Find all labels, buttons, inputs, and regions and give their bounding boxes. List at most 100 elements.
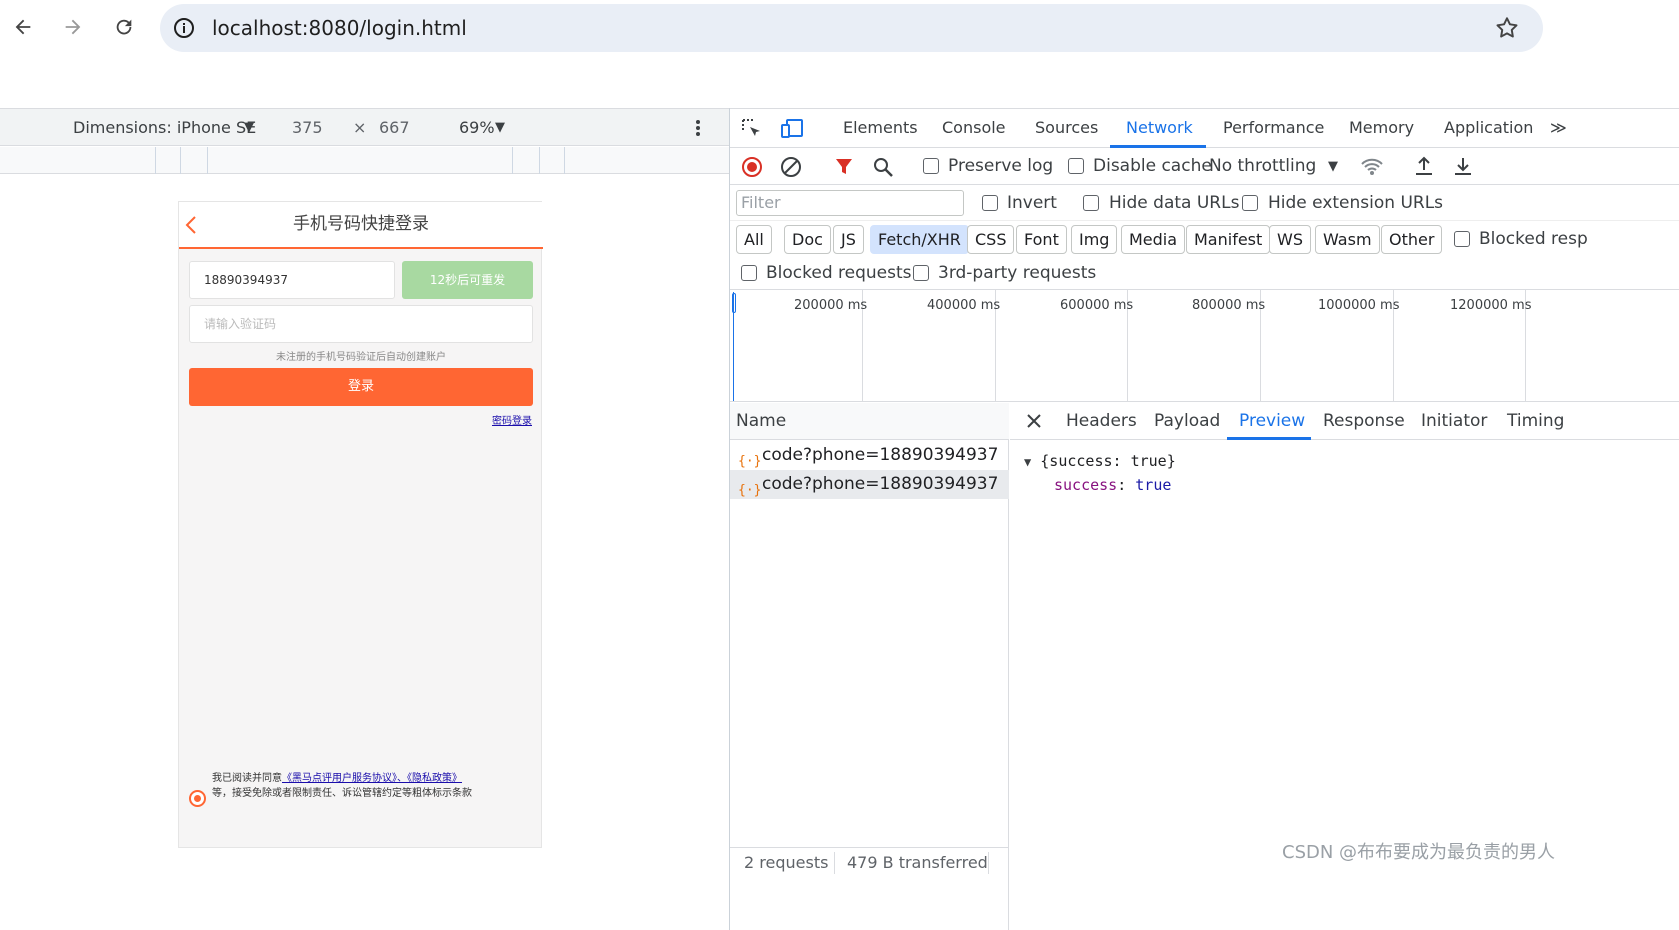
- chip-font[interactable]: Font: [1016, 225, 1067, 254]
- search-icon[interactable]: [872, 156, 894, 178]
- chip-media[interactable]: Media: [1121, 225, 1186, 254]
- blocked-response-checkbox[interactable]: [1454, 231, 1470, 247]
- disable-cache-checkbox[interactable]: [1068, 158, 1084, 174]
- tab-response[interactable]: Response: [1323, 403, 1405, 439]
- address-bar[interactable]: localhost:8080/login.html: [160, 4, 1543, 52]
- download-icon[interactable]: [1452, 155, 1474, 177]
- agree-radio[interactable]: [189, 790, 206, 807]
- expand-triangle-icon[interactable]: ▼: [1024, 455, 1031, 469]
- tab-headers[interactable]: Headers: [1066, 403, 1137, 439]
- close-icon[interactable]: [1026, 413, 1042, 429]
- chip-js[interactable]: JS: [833, 225, 864, 254]
- chip-manifest[interactable]: Manifest: [1186, 225, 1271, 254]
- tab-memory[interactable]: Memory: [1349, 109, 1414, 147]
- tab-timing[interactable]: Timing: [1507, 403, 1564, 439]
- timeline-label: 600000 ms: [1060, 298, 1134, 313]
- filter-input[interactable]: Filter: [736, 190, 964, 216]
- name-column-header[interactable]: Name: [730, 403, 1009, 440]
- hide-extension-urls-checkbox[interactable]: [1242, 195, 1258, 211]
- network-toolbar: Preserve log Disable cache No throttling…: [730, 148, 1679, 185]
- network-conditions-icon[interactable]: [1360, 156, 1384, 178]
- zoom-select[interactable]: 69%: [459, 109, 495, 147]
- preserve-log-checkbox[interactable]: [923, 158, 939, 174]
- tab-preview[interactable]: Preview: [1239, 403, 1305, 439]
- blocked-response-label: Blocked resp: [1479, 229, 1588, 249]
- json-property: success: true: [1054, 476, 1172, 494]
- arrow-left-icon: [15, 19, 31, 35]
- blocked-requests-checkbox[interactable]: [741, 265, 757, 281]
- url-text[interactable]: localhost:8080/login.html: [212, 4, 467, 52]
- status-divider: [834, 852, 835, 874]
- media-query-ruler: [0, 147, 729, 174]
- phone-input[interactable]: 18890394937: [189, 261, 395, 299]
- info-icon[interactable]: [172, 16, 196, 40]
- request-list: Name {·} code?phone=18890394937 {·} code…: [730, 403, 1009, 930]
- active-detail-tab-indicator: [1227, 437, 1311, 440]
- password-login-link[interactable]: 密码登录: [492, 412, 532, 427]
- upload-icon[interactable]: [1413, 155, 1435, 177]
- tab-elements[interactable]: Elements: [843, 109, 918, 147]
- chip-fetch-xhr[interactable]: Fetch/XHR: [870, 225, 969, 254]
- chip-img[interactable]: Img: [1071, 225, 1118, 254]
- hide-data-urls-checkbox[interactable]: [1083, 195, 1099, 211]
- throttling-select[interactable]: No throttling: [1209, 148, 1316, 185]
- tab-console[interactable]: Console: [942, 109, 1006, 147]
- resource-type-filters: All Doc JS Fetch/XHR CSS Font Img Media …: [730, 221, 1679, 257]
- tab-application[interactable]: Application: [1444, 109, 1533, 147]
- hide-extension-urls-label: Hide extension URLs: [1268, 193, 1444, 213]
- star-icon[interactable]: [1494, 15, 1520, 41]
- login-button[interactable]: 登录: [189, 368, 533, 406]
- agree-prefix: 我已阅读并同意: [212, 773, 282, 784]
- device-height-input[interactable]: 667: [379, 109, 410, 147]
- tab-sources[interactable]: Sources: [1035, 109, 1098, 147]
- reload-button[interactable]: [106, 9, 142, 45]
- back-button[interactable]: [5, 9, 41, 45]
- tab-initiator[interactable]: Initiator: [1421, 403, 1487, 439]
- json-root-line[interactable]: ▼ {success: true}: [1024, 450, 1176, 474]
- device-dimensions-select[interactable]: Dimensions: iPhone SE: [73, 109, 256, 147]
- invert-checkbox[interactable]: [982, 195, 998, 211]
- clear-icon[interactable]: [780, 156, 802, 178]
- request-row[interactable]: {·} code?phone=18890394937: [730, 441, 1009, 470]
- hide-data-urls-label: Hide data URLs: [1109, 193, 1240, 213]
- dropdown-arrow-icon[interactable]: ▼: [495, 109, 505, 147]
- request-row-selected[interactable]: {·} code?phone=18890394937: [730, 470, 1009, 499]
- agree-suffix: 等，接受免除或者限制责任、诉讼管辖约定等粗体标示条款: [212, 788, 472, 799]
- chip-other[interactable]: Other: [1381, 225, 1443, 254]
- chip-wasm[interactable]: Wasm: [1315, 225, 1380, 254]
- request-filter-row: Blocked requests 3rd-party requests: [730, 257, 1679, 289]
- tab-payload[interactable]: Payload: [1154, 403, 1220, 439]
- network-overview-timeline[interactable]: 200000 ms 400000 ms 600000 ms 800000 ms …: [730, 289, 1679, 402]
- filter-bar: Filter Invert Hide data URLs Hide extens…: [730, 185, 1679, 221]
- chip-doc[interactable]: Doc: [784, 225, 831, 254]
- agree-separator: 、: [397, 773, 407, 784]
- timeline-label: 1000000 ms: [1318, 298, 1400, 313]
- privacy-policy-link[interactable]: 《隐私政策》: [407, 773, 462, 784]
- browser-toolbar: localhost:8080/login.html: [0, 0, 1679, 108]
- timeline-label: 800000 ms: [1192, 298, 1266, 313]
- stop-recording-icon[interactable]: [741, 156, 763, 178]
- dropdown-arrow-icon[interactable]: ▼: [244, 109, 254, 147]
- agreement-text: 我已阅读并同意《黑马点评用户服务协议》、《隐私政策》 等，接受免除或者限制责任、…: [212, 771, 532, 801]
- inspect-element-icon[interactable]: [741, 118, 763, 140]
- device-mode-icon[interactable]: [780, 118, 804, 140]
- forward-button[interactable]: [55, 9, 91, 45]
- chip-all[interactable]: All: [736, 225, 772, 254]
- times-sign: ×: [353, 118, 367, 137]
- chip-css[interactable]: CSS: [967, 225, 1015, 254]
- more-options-icon[interactable]: [692, 119, 704, 137]
- service-agreement-link[interactable]: 《黑马点评用户服务协议》: [282, 773, 397, 784]
- dropdown-arrow-icon[interactable]: ▼: [1328, 148, 1338, 185]
- more-tabs-icon[interactable]: ≫: [1550, 109, 1567, 147]
- chip-ws[interactable]: WS: [1269, 225, 1311, 254]
- login-header: 手机号码快捷登录: [179, 202, 543, 249]
- json-key: success: [1054, 476, 1118, 494]
- transferred-size: 479 B transferred: [847, 853, 988, 872]
- device-width-input[interactable]: 375: [292, 109, 323, 147]
- verification-code-input[interactable]: 请输入验证码: [189, 305, 533, 343]
- tab-performance[interactable]: Performance: [1223, 109, 1324, 147]
- tab-network[interactable]: Network: [1126, 109, 1193, 147]
- resend-code-button[interactable]: 12秒后可重发: [402, 261, 533, 299]
- third-party-checkbox[interactable]: [913, 265, 929, 281]
- filter-icon[interactable]: [834, 157, 854, 177]
